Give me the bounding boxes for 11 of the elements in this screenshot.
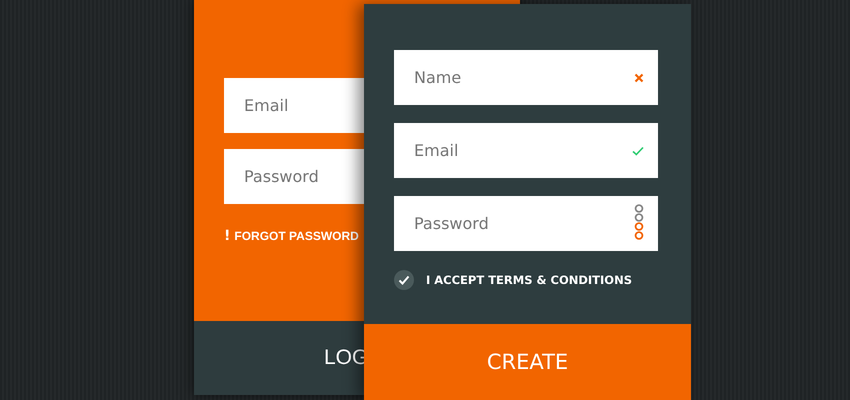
create-button[interactable]: CREATE <box>364 324 691 400</box>
check-icon <box>398 275 410 285</box>
forgot-password-link[interactable]: FORGOT PASSWORD <box>234 229 359 243</box>
input-field[interactable]: Email <box>224 78 364 133</box>
input-field[interactable]: Password <box>394 196 658 251</box>
input-field[interactable]: Name <box>394 50 658 105</box>
input-field[interactable]: Password <box>224 149 364 204</box>
input-field[interactable]: Email <box>394 123 658 178</box>
exclamation-icon: ! <box>224 228 230 244</box>
checkbox[interactable] <box>394 270 414 290</box>
terms-label: I ACCEPT TERMS & CONDITIONS <box>426 273 632 287</box>
